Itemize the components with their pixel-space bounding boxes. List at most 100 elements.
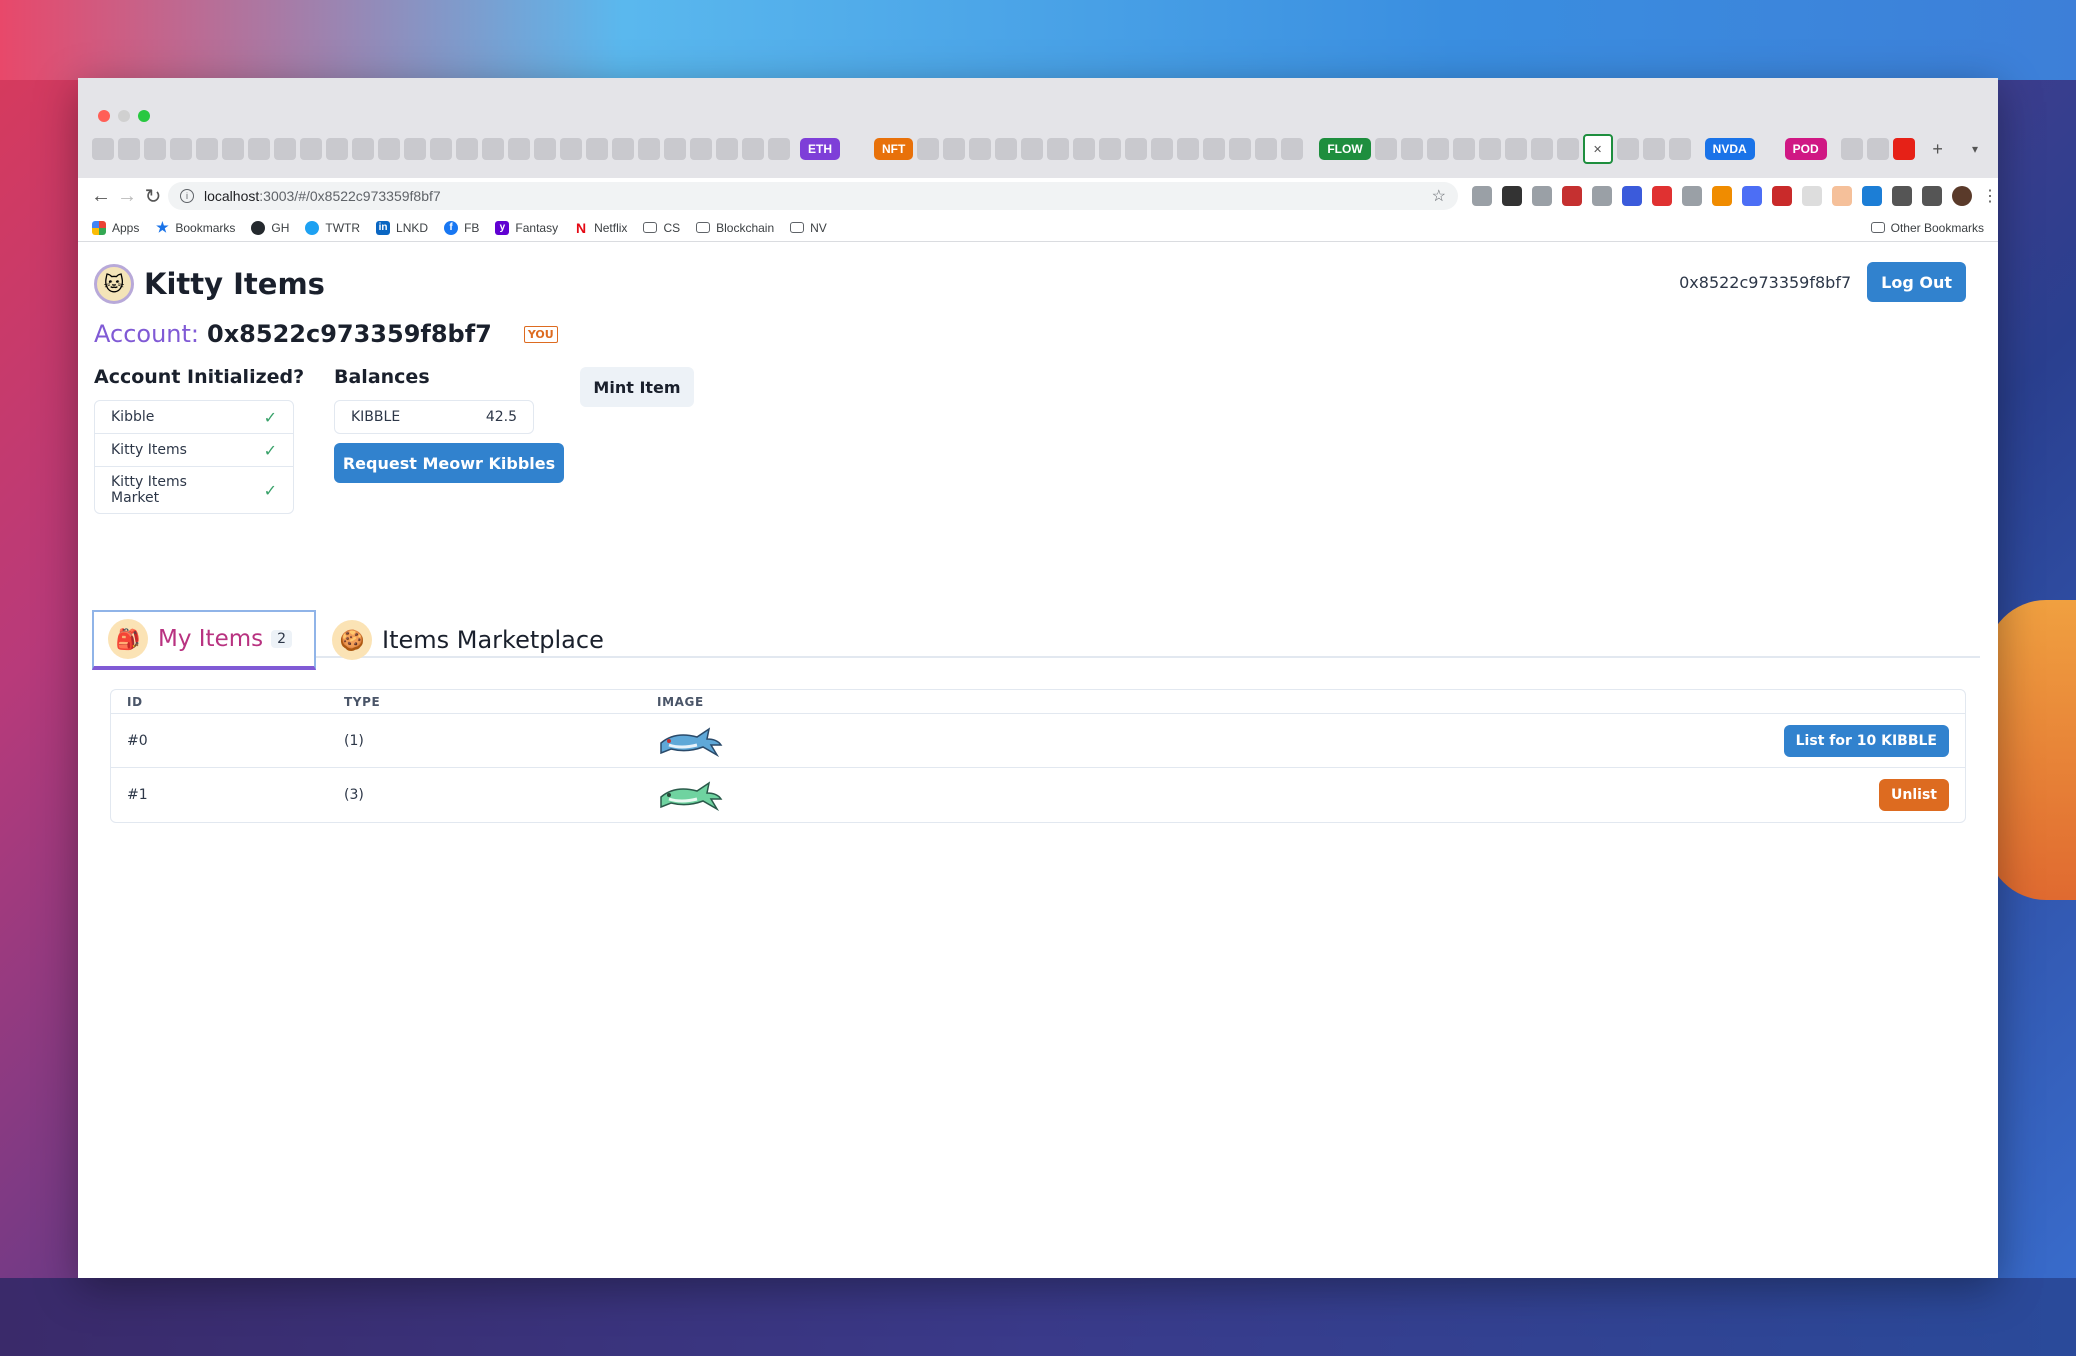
tab-favicon[interactable]: [1047, 138, 1070, 160]
tab-favicon[interactable]: [612, 138, 634, 160]
tab-favicon[interactable]: [1151, 138, 1174, 160]
list-for-sale-button[interactable]: List for 10 KIBBLE: [1783, 724, 1949, 757]
tab-favicon[interactable]: [1281, 138, 1304, 160]
tab-favicon[interactable]: [482, 138, 504, 160]
tab-favicon[interactable]: [1452, 138, 1475, 160]
tab-favicon[interactable]: [560, 138, 582, 160]
github-icon[interactable]: [1530, 138, 1553, 160]
tab-group-flow[interactable]: FLOW: [1319, 138, 1371, 160]
tab-favicon[interactable]: [196, 138, 218, 160]
back-icon[interactable]: ←: [90, 182, 112, 210]
tab-favicon[interactable]: [1866, 138, 1889, 160]
notion-icon[interactable]: [1502, 186, 1522, 206]
tab-favicon[interactable]: [768, 138, 790, 160]
bookmark-gh[interactable]: GH: [251, 220, 289, 235]
tab-favicon[interactable]: [1125, 138, 1148, 160]
bookmark-nv[interactable]: NV: [790, 221, 827, 235]
maximize-window-button[interactable]: [138, 110, 150, 122]
extension-icon[interactable]: [1622, 186, 1642, 206]
tab-favicon[interactable]: [352, 138, 374, 160]
close-window-button[interactable]: [98, 110, 110, 122]
metamask-icon[interactable]: [1712, 186, 1732, 206]
tab-favicon[interactable]: [144, 138, 166, 160]
tab-favicon[interactable]: [378, 138, 400, 160]
tab-favicon[interactable]: [534, 138, 556, 160]
tab-favicon[interactable]: [969, 138, 992, 160]
tab-favicon[interactable]: [742, 138, 764, 160]
extension-icon[interactable]: [1772, 186, 1792, 206]
tab-search-icon[interactable]: ▾: [1964, 138, 1986, 160]
bookmark-star-icon[interactable]: ☆: [1432, 186, 1446, 206]
request-kibbles-button[interactable]: Request Meowr Kibbles: [334, 443, 564, 483]
tab-favicon[interactable]: [917, 138, 940, 160]
logout-button[interactable]: Log Out: [1867, 262, 1966, 302]
site-info-icon[interactable]: i: [180, 189, 194, 203]
github-icon[interactable]: [1642, 138, 1665, 160]
extension-icon[interactable]: [1832, 186, 1852, 206]
tab-favicon[interactable]: [1177, 138, 1200, 160]
bookmark-bookmarks[interactable]: ★ Bookmarks: [155, 219, 235, 235]
tab-favicon[interactable]: [222, 138, 244, 160]
extension-icon[interactable]: [1532, 186, 1552, 206]
tab-favicon[interactable]: [1099, 138, 1122, 160]
tab-favicon[interactable]: [92, 138, 114, 160]
tab-favicon[interactable]: [716, 138, 738, 160]
tab-favicon[interactable]: [1374, 138, 1397, 160]
tab-favicon[interactable]: [118, 138, 140, 160]
extension-icon[interactable]: [1862, 186, 1882, 206]
active-tab-close-icon[interactable]: ✕: [1582, 134, 1613, 164]
tab-favicon[interactable]: [1478, 138, 1501, 160]
tab-favicon[interactable]: [586, 138, 608, 160]
tab-group-nft[interactable]: NFT: [874, 138, 914, 160]
extension-icon[interactable]: [1682, 186, 1702, 206]
tab-group-eth[interactable]: ETH: [800, 138, 840, 160]
tab-favicon[interactable]: [1021, 138, 1044, 160]
tab-favicon[interactable]: [690, 138, 712, 160]
tab-favicon[interactable]: [1073, 138, 1096, 160]
extension-icon[interactable]: [1472, 186, 1492, 206]
profile-avatar[interactable]: [1952, 186, 1972, 206]
new-tab-icon[interactable]: +: [1927, 138, 1949, 160]
tab-my-items[interactable]: 🎒 My Items 2: [92, 610, 316, 670]
tab-favicon[interactable]: [664, 138, 686, 160]
tab-favicon[interactable]: [274, 138, 296, 160]
reload-icon[interactable]: ↻: [142, 182, 164, 210]
tab-group-nvda[interactable]: NVDA: [1704, 138, 1755, 160]
github-icon[interactable]: [1556, 138, 1579, 160]
tab-favicon[interactable]: [430, 138, 452, 160]
address-bar[interactable]: i localhost:3003/#/0x8522c973359f8bf7 ☆: [168, 182, 1458, 210]
bookmark-blockchain[interactable]: Blockchain: [696, 221, 774, 235]
extension-icon[interactable]: [1802, 186, 1822, 206]
unlist-button[interactable]: Unlist: [1879, 779, 1949, 811]
tab-favicon[interactable]: [300, 138, 322, 160]
bookmark-twtr[interactable]: TWTR: [305, 220, 360, 235]
tab-favicon[interactable]: [1616, 138, 1639, 160]
tab-favicon[interactable]: [943, 138, 966, 160]
forward-icon[interactable]: →: [116, 182, 138, 210]
extension-icon[interactable]: [1592, 186, 1612, 206]
mint-item-button[interactable]: Mint Item: [580, 367, 694, 407]
bookmark-fb[interactable]: f FB: [444, 220, 479, 235]
kitty-logo-icon[interactable]: 🐱: [94, 264, 134, 304]
puzzle-icon[interactable]: [1892, 186, 1912, 206]
tab-favicon[interactable]: [1668, 138, 1691, 160]
tab-favicon[interactable]: [1203, 138, 1226, 160]
tab-favicon[interactable]: [508, 138, 530, 160]
tab-favicon[interactable]: [326, 138, 348, 160]
tab-favicon[interactable]: [404, 138, 426, 160]
bookmark-netflix[interactable]: N Netflix: [574, 220, 627, 236]
extension-icon[interactable]: [1742, 186, 1762, 206]
github-icon[interactable]: [1400, 138, 1423, 160]
github-icon[interactable]: [1504, 138, 1527, 160]
reading-list-icon[interactable]: [1922, 186, 1942, 206]
amazon-icon[interactable]: [1840, 138, 1863, 160]
bookmark-fantasy[interactable]: y Fantasy: [495, 220, 558, 235]
tab-group-pod[interactable]: POD: [1784, 138, 1827, 160]
bookmark-apps[interactable]: Apps: [92, 220, 139, 235]
tab-items-marketplace[interactable]: 🍪 Items Marketplace: [318, 610, 618, 670]
tab-favicon[interactable]: [1426, 138, 1449, 160]
menu-dots-icon[interactable]: ⋮: [1982, 186, 1998, 206]
tab-favicon[interactable]: [456, 138, 478, 160]
youtube-icon[interactable]: [1892, 138, 1915, 160]
extension-icon[interactable]: [1652, 186, 1672, 206]
